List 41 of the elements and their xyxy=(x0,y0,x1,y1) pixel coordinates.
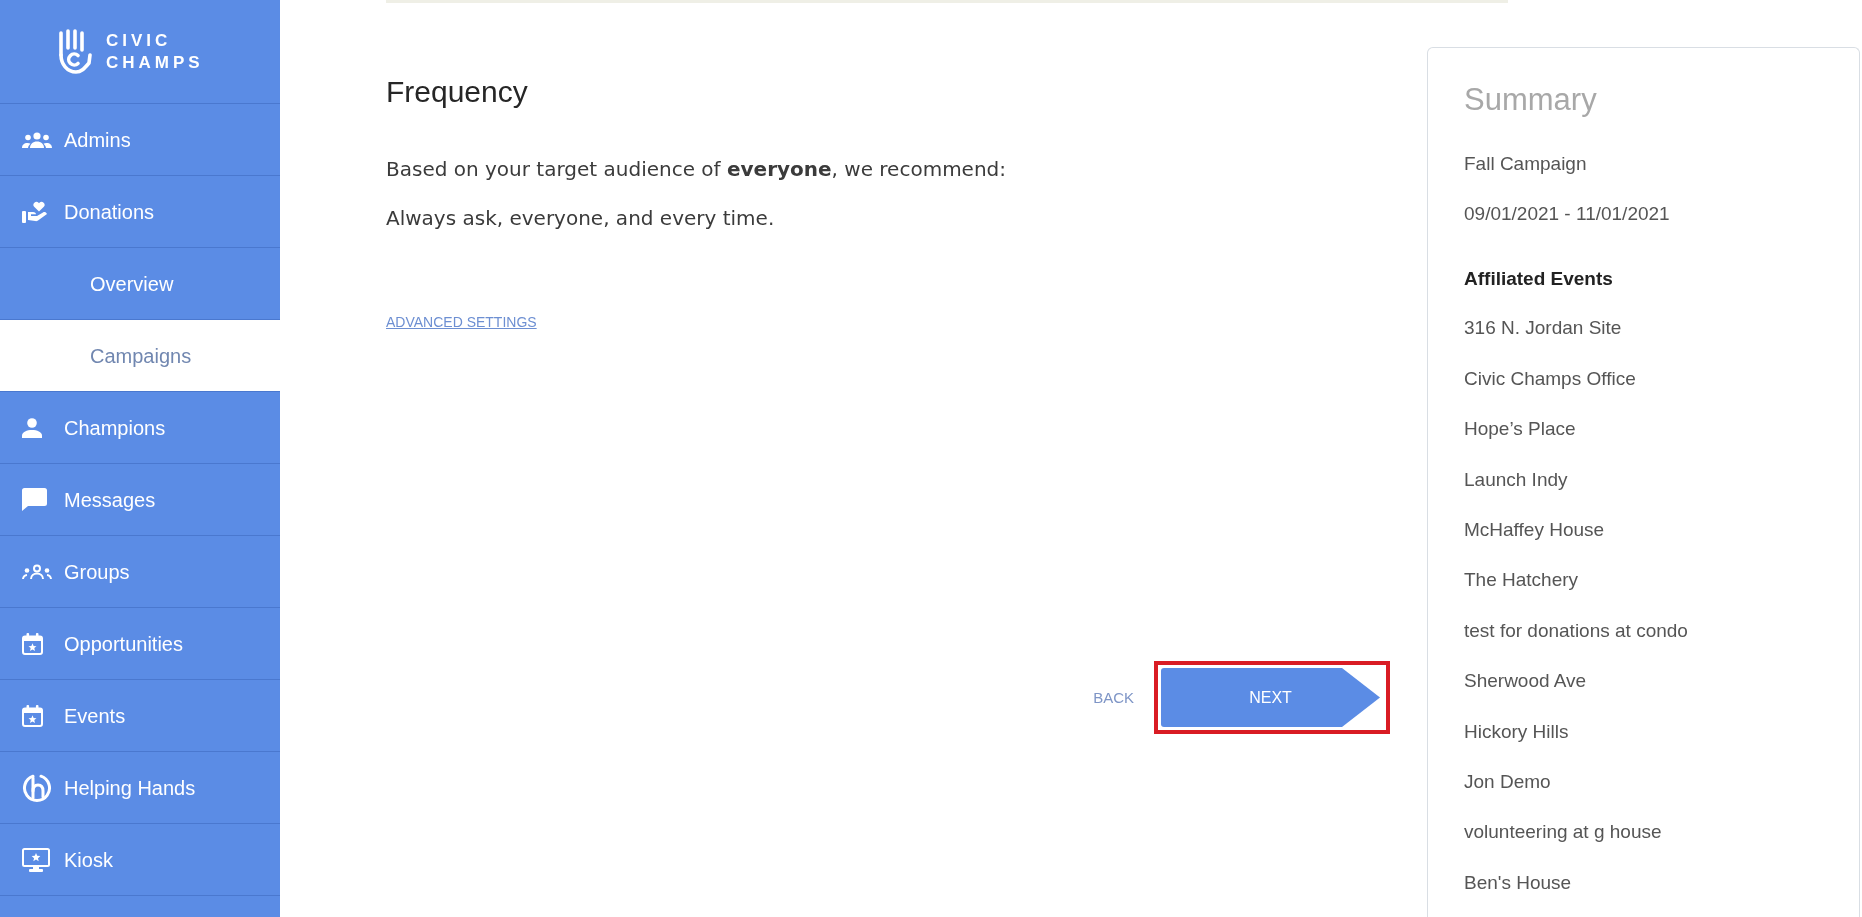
event-name: volunteering at g house xyxy=(1464,820,1663,845)
advanced-settings-link[interactable]: ADVANCED SETTINGS xyxy=(386,312,537,333)
event-name: 316 N. Jordan Site xyxy=(1464,316,1623,341)
people-icon xyxy=(22,131,52,148)
step-title: Frequency xyxy=(386,74,529,110)
ring-logo-icon xyxy=(22,772,52,803)
recommendation-text: Always ask, everyone, and every time. xyxy=(386,205,776,232)
event-name: Civic Champs Office xyxy=(1464,366,1637,391)
sidebar-item[interactable]: Messages xyxy=(0,464,280,536)
event-name: Ben's House xyxy=(1464,870,1573,895)
sidebar-item[interactable]: Groups xyxy=(0,536,280,608)
event-name: Hickory Hills xyxy=(1464,719,1570,744)
event-name: test for donations at condo xyxy=(1464,618,1689,643)
campaign-name: Fall Campaign xyxy=(1464,152,1588,176)
date-range: 09/01/2021 - 11/01/2021 xyxy=(1464,202,1671,227)
event-name: Sherwood Ave xyxy=(1464,669,1588,694)
sidebar-item[interactable]: Events xyxy=(0,680,280,752)
people-icon xyxy=(22,563,52,580)
sidebar-item[interactable]: Admins xyxy=(0,104,280,176)
event-name: Launch Indy xyxy=(1464,467,1569,492)
chat-bubble-icon xyxy=(22,488,47,511)
sidebar-item[interactable]: Kiosk xyxy=(0,824,280,896)
event-name: The Hatchery xyxy=(1464,568,1580,593)
recommendation-text: Based on your target audience of everyone, we recommend: xyxy=(386,156,1008,183)
sidebar-item[interactable]: Opportunities xyxy=(0,608,280,680)
sidebar-item[interactable]: Donations xyxy=(0,176,280,248)
sidebar-subitem[interactable]: Campaigns xyxy=(0,320,280,392)
monitor-star-icon xyxy=(22,847,50,872)
event-name: McHaffey House xyxy=(1464,517,1606,542)
sidebar-item[interactable]: Champions xyxy=(0,392,280,464)
logo-text: CIVIC CHAMPS xyxy=(106,29,204,74)
event-name: Jon Demo xyxy=(1464,769,1552,794)
sidebar-item[interactable]: Helping Hands xyxy=(0,752,280,824)
next-button[interactable]: NEXT xyxy=(1161,668,1380,727)
event-name: Hope’s Place xyxy=(1464,417,1577,442)
hand-logo-icon xyxy=(58,28,92,75)
heart-hand-icon xyxy=(22,200,47,223)
events-heading: Affiliated Events xyxy=(1464,267,1614,292)
person-icon xyxy=(22,417,42,438)
back-button[interactable]: BACK xyxy=(1093,687,1134,708)
summary-title: Summary xyxy=(1464,81,1598,118)
